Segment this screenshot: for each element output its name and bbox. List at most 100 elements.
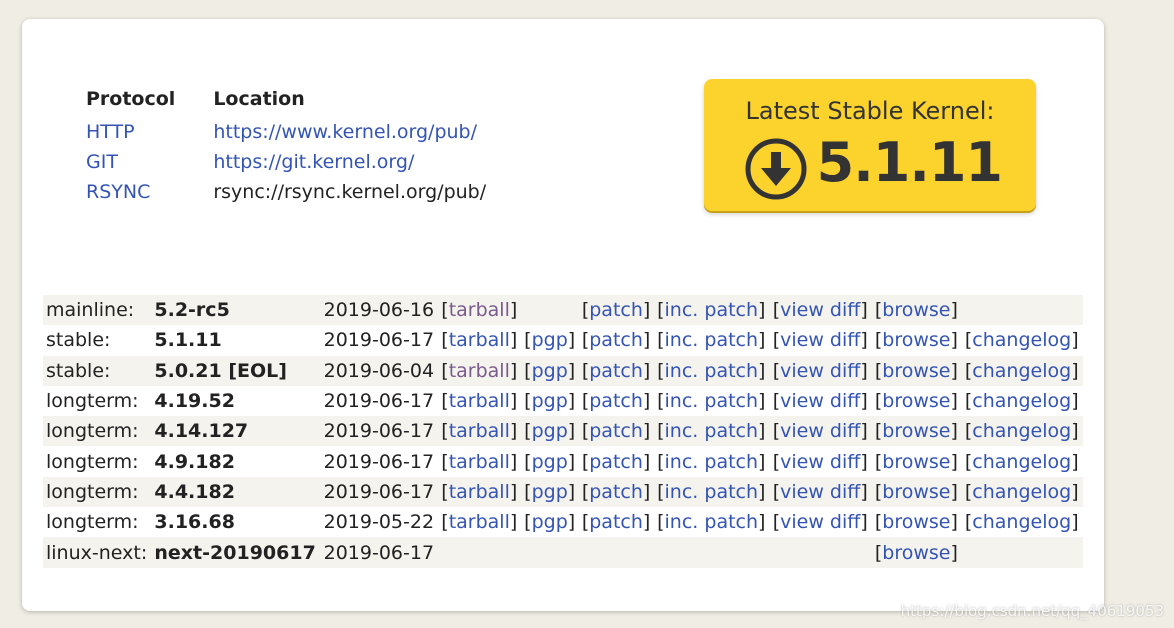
location-cell: rsync://rsync.kernel.org/pub/ bbox=[213, 177, 524, 207]
inc-patch-link[interactable]: inc. patch bbox=[665, 299, 759, 321]
changelog-link[interactable]: changelog bbox=[972, 329, 1071, 351]
bracket-close: ] bbox=[567, 480, 576, 503]
pgp-cell bbox=[521, 537, 579, 568]
tarball-cell bbox=[438, 537, 522, 568]
changelog-link[interactable]: changelog bbox=[972, 451, 1071, 473]
latest-stable-kernel-button[interactable]: Latest Stable Kernel: 5.1.11 bbox=[704, 79, 1036, 211]
browse-link[interactable]: browse bbox=[882, 390, 950, 412]
pgp-link[interactable]: pgp bbox=[532, 420, 568, 442]
browse-link[interactable]: browse bbox=[882, 299, 950, 321]
tarball-link[interactable]: tarball bbox=[449, 299, 510, 321]
tarball-cell: [tarball] bbox=[438, 446, 521, 476]
changelog-link[interactable]: changelog bbox=[972, 420, 1071, 442]
view-diff-link[interactable]: view diff bbox=[780, 511, 860, 533]
view-diff-link[interactable]: view diff bbox=[780, 360, 860, 382]
inc-patch-cell: [inc. patch] bbox=[654, 476, 770, 508]
tarball-cell: [tarball] bbox=[438, 507, 521, 537]
release-version: 4.19.52 bbox=[154, 390, 235, 413]
browse-link[interactable]: browse bbox=[882, 511, 950, 533]
browse-cell: [browse] bbox=[872, 325, 962, 355]
tarball-cell: [tarball] bbox=[438, 325, 521, 355]
pgp-link[interactable]: pgp bbox=[532, 511, 568, 533]
watermark: https://blog.csdn.net/qq_40619053 bbox=[900, 602, 1164, 620]
bracket-close: ] bbox=[758, 511, 766, 534]
view-diff-link[interactable]: view diff bbox=[780, 420, 860, 442]
browse-link[interactable]: browse bbox=[882, 542, 950, 564]
release-branch: longterm: bbox=[46, 450, 139, 473]
browse-link[interactable]: browse bbox=[882, 329, 950, 351]
view-diff-cell: [view diff] bbox=[770, 386, 872, 416]
patch-link[interactable]: patch bbox=[589, 511, 643, 533]
view-diff-link[interactable]: view diff bbox=[780, 329, 860, 351]
patch-link[interactable]: patch bbox=[589, 481, 643, 503]
location-link[interactable]: https://www.kernel.org/pub/ bbox=[213, 121, 477, 143]
bracket-close: ] bbox=[758, 390, 766, 413]
tarball-link[interactable]: tarball bbox=[449, 420, 510, 442]
browse-link[interactable]: browse bbox=[882, 360, 950, 382]
browse-cell: [browse] bbox=[872, 386, 962, 416]
bracket-close: ] bbox=[950, 541, 958, 564]
pgp-link[interactable]: pgp bbox=[532, 390, 568, 412]
view-diff-link[interactable]: view diff bbox=[780, 451, 860, 473]
inc-patch-link[interactable]: inc. patch bbox=[665, 481, 759, 503]
tarball-link[interactable]: tarball bbox=[449, 451, 510, 473]
pgp-link[interactable]: pgp bbox=[532, 329, 568, 351]
location-link[interactable]: https://git.kernel.org/ bbox=[213, 151, 414, 173]
patch-cell: [patch] bbox=[578, 355, 655, 386]
protocol-link-rsync[interactable]: RSYNC bbox=[86, 181, 150, 203]
tarball-link[interactable]: tarball bbox=[449, 511, 510, 533]
changelog-link[interactable]: changelog bbox=[972, 390, 1071, 412]
patch-link[interactable]: patch bbox=[589, 420, 643, 442]
inc-patch-link[interactable]: inc. patch bbox=[665, 329, 759, 351]
browse-link[interactable]: browse bbox=[882, 451, 950, 473]
bracket-close: ] bbox=[950, 359, 958, 382]
pgp-cell: [pgp] bbox=[521, 416, 579, 447]
changelog-link[interactable]: changelog bbox=[972, 481, 1071, 503]
inc-patch-link[interactable]: inc. patch bbox=[665, 360, 759, 382]
view-diff-link[interactable]: view diff bbox=[780, 481, 860, 503]
browse-link[interactable]: browse bbox=[882, 481, 950, 503]
inc-patch-link[interactable]: inc. patch bbox=[665, 511, 759, 533]
inc-patch-cell: [inc. patch] bbox=[654, 325, 770, 355]
view-diff-link[interactable]: view diff bbox=[780, 390, 860, 412]
release-date: 2019-06-17 bbox=[320, 476, 439, 508]
bracket-close: ] bbox=[950, 511, 958, 534]
tarball-cell: [tarball] bbox=[438, 416, 522, 447]
patch-cell: [patch] bbox=[578, 476, 655, 508]
bracket-open: [ bbox=[441, 420, 449, 443]
patch-link[interactable]: patch bbox=[589, 360, 643, 382]
tarball-link[interactable]: tarball bbox=[449, 329, 510, 351]
release-branch: mainline: bbox=[43, 295, 152, 326]
location-text: rsync://rsync.kernel.org/pub/ bbox=[213, 181, 487, 203]
bracket-open: [ bbox=[524, 420, 532, 443]
changelog-link[interactable]: changelog bbox=[972, 360, 1071, 382]
patch-link[interactable]: patch bbox=[589, 390, 643, 412]
pgp-link[interactable]: pgp bbox=[532, 451, 568, 473]
patch-cell: [patch] bbox=[579, 386, 654, 416]
tarball-link[interactable]: tarball bbox=[449, 481, 510, 503]
bracket-close: ] bbox=[642, 359, 651, 382]
browse-link[interactable]: browse bbox=[882, 420, 950, 442]
patch-cell: [patch] bbox=[579, 507, 654, 537]
bracket-close: ] bbox=[1071, 359, 1079, 382]
inc-patch-link[interactable]: inc. patch bbox=[665, 420, 759, 442]
inc-patch-link[interactable]: inc. patch bbox=[665, 451, 759, 473]
patch-link[interactable]: patch bbox=[589, 451, 643, 473]
release-branch: longterm: bbox=[46, 390, 139, 413]
bracket-close: ] bbox=[950, 480, 958, 503]
tarball-link[interactable]: tarball bbox=[449, 360, 510, 382]
patch-link[interactable]: patch bbox=[589, 329, 643, 351]
bracket-open: [ bbox=[772, 390, 781, 413]
changelog-link[interactable]: changelog bbox=[972, 511, 1071, 533]
tarball-link[interactable]: tarball bbox=[449, 390, 510, 412]
view-diff-link[interactable]: view diff bbox=[780, 299, 860, 321]
pgp-link[interactable]: pgp bbox=[532, 481, 568, 503]
protocol-link-git[interactable]: GIT bbox=[86, 151, 118, 173]
pgp-cell bbox=[521, 295, 579, 326]
pgp-link[interactable]: pgp bbox=[532, 360, 568, 382]
bracket-close: ] bbox=[509, 450, 518, 473]
bracket-close: ] bbox=[950, 329, 958, 352]
patch-link[interactable]: patch bbox=[589, 299, 643, 321]
protocol-link-http[interactable]: HTTP bbox=[86, 121, 135, 143]
inc-patch-link[interactable]: inc. patch bbox=[665, 390, 759, 412]
